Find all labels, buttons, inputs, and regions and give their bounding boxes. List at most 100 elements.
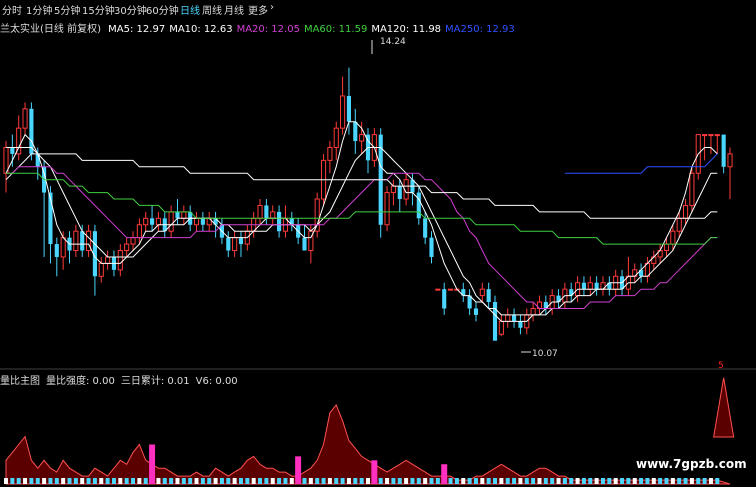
watermark: www.7gpzb.com [636, 457, 747, 471]
candles-layer [3, 67, 733, 341]
volume-bar [670, 478, 675, 484]
candle-body [124, 243, 130, 252]
volume-bar [505, 478, 510, 484]
volume-bar [4, 478, 8, 484]
volume-bar [588, 478, 593, 484]
volume-bar [162, 478, 167, 484]
low-label: 10.07 [532, 349, 558, 359]
candle-body [130, 237, 136, 245]
volume-bar [226, 478, 231, 484]
volume-bar [200, 478, 205, 484]
volume-pink-bar [149, 444, 156, 484]
volume-bar [613, 478, 618, 484]
volume-bar [289, 478, 294, 484]
volume-bar [620, 478, 625, 484]
signal-spike [713, 377, 735, 438]
volume-bar [124, 478, 129, 484]
volume-bar [632, 478, 637, 484]
volume-bar [651, 478, 656, 484]
volume-bar [175, 478, 180, 484]
volume-bar [550, 478, 555, 484]
volume-bar [245, 478, 250, 484]
volume-bar [308, 478, 313, 484]
volume-bar [213, 478, 218, 484]
candle-body [682, 204, 689, 219]
volume-bar [594, 478, 599, 484]
volume-bar [99, 478, 104, 484]
volume-bar [118, 478, 123, 484]
ma-line-ma10 [5, 147, 718, 316]
volume-bar [111, 478, 116, 484]
volume-bar [385, 478, 390, 484]
volume-bar [277, 478, 282, 484]
candle-body [257, 204, 263, 219]
candle-body [416, 192, 421, 219]
volume-bar [378, 478, 383, 484]
candle-body [397, 186, 402, 199]
candle-body [168, 211, 174, 232]
volume-area [5, 404, 731, 485]
volume-bar [80, 478, 85, 484]
candle-body [473, 308, 479, 315]
candle-body [429, 237, 434, 257]
volume-bar [219, 478, 224, 484]
candle-body [155, 217, 161, 226]
volume-bar [404, 478, 409, 484]
volume-bar [397, 478, 402, 484]
volume-bar [708, 478, 713, 484]
volume-bar [562, 478, 567, 484]
volume-bar [73, 478, 78, 484]
candle-body [587, 282, 593, 290]
candle-body [277, 211, 282, 232]
volume-bar [238, 478, 243, 484]
ma-line-ma120 [6, 147, 718, 219]
candle-body [689, 172, 695, 206]
volume-bar [156, 478, 161, 484]
candle-body [22, 108, 28, 129]
volume-bar [556, 478, 561, 484]
candle-body [98, 262, 104, 277]
candlestick-chart: 14.24 10.07 [0, 37, 756, 485]
volume-bar [61, 478, 66, 484]
candle-body [193, 217, 200, 226]
candle-body [435, 288, 441, 291]
candle-body [581, 282, 586, 290]
volume-bar [327, 478, 332, 484]
candle-body [498, 320, 504, 335]
volume-bar [131, 478, 136, 484]
candle-body [105, 256, 111, 264]
volume-bar [340, 478, 345, 484]
volume-bar [321, 478, 326, 484]
candle-body [721, 134, 726, 167]
volume-pink-bar [441, 464, 448, 484]
volume-bar [54, 478, 59, 484]
candle-body [10, 147, 15, 154]
volume-bar [258, 478, 263, 484]
volume-bar [334, 478, 339, 484]
volume-bar [518, 478, 523, 484]
candle-body [60, 237, 66, 258]
volume-bar [346, 478, 351, 484]
candle-body [479, 288, 485, 297]
volume-pink-bar [295, 456, 302, 484]
candle-body [727, 153, 733, 168]
candle-body [238, 237, 244, 245]
signal-marker: 5 [718, 361, 724, 371]
volume-bar [10, 478, 15, 484]
volume-bar [169, 478, 174, 484]
volume-bar [416, 478, 421, 484]
volume-bar [512, 478, 517, 484]
volume-bar [251, 478, 256, 484]
volume-bar [207, 478, 212, 484]
volume-bar [23, 478, 28, 484]
candle-body [530, 307, 536, 316]
volume-bar [137, 478, 142, 484]
volume-bar [264, 478, 269, 484]
volume-bar [410, 478, 415, 484]
volume-bar [683, 478, 688, 484]
candle-body [346, 95, 352, 122]
ma-line-ma250 [564, 153, 718, 174]
candle-body [73, 230, 79, 252]
candle-body [232, 237, 238, 252]
volume-bar [48, 478, 53, 484]
